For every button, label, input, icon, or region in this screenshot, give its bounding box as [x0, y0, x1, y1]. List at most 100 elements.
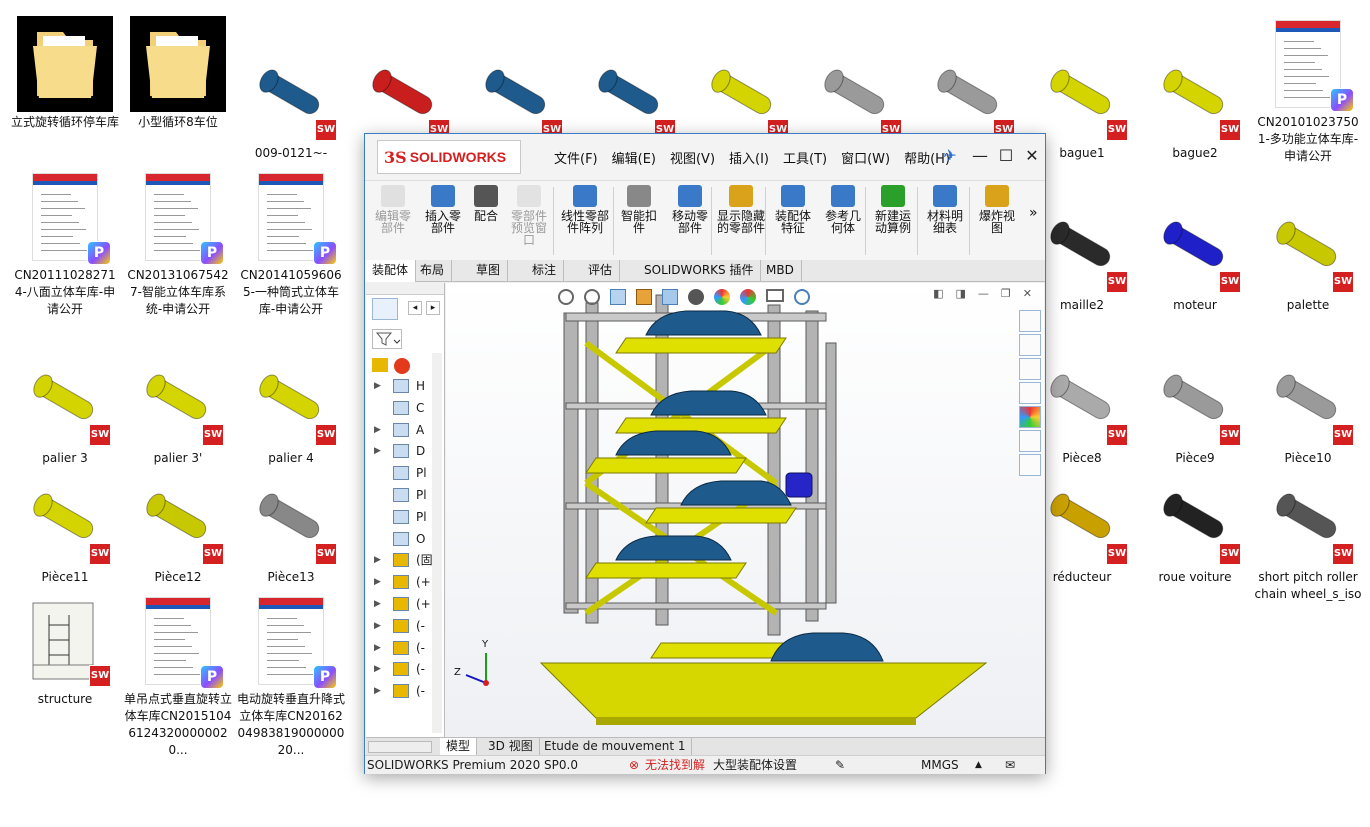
expand-arrow-icon[interactable]: ▶ — [374, 441, 381, 461]
tab-scroll-buttons[interactable] — [368, 741, 432, 753]
status-error[interactable]: 无法找到解 — [645, 756, 705, 774]
doc-minimize-icon[interactable]: — — [978, 287, 989, 300]
tab-1[interactable]: 布局 — [413, 260, 453, 282]
comment-icon[interactable]: ✉ — [1005, 756, 1015, 774]
tree-node[interactable]: Pl — [366, 507, 444, 527]
tree-node[interactable]: ▶ (+ — [366, 572, 444, 592]
tree-node[interactable]: ▶ (+ — [366, 594, 444, 614]
tree-node[interactable]: ▶ (- — [366, 681, 444, 701]
menu-insert[interactable]: 插入(I) — [722, 148, 776, 167]
section-view-icon[interactable] — [636, 289, 652, 305]
desktop-file-sldprt[interactable]: SW Pièce11 — [11, 471, 119, 586]
pin-icon[interactable]: ✈ — [939, 146, 961, 165]
ribbon-button-2[interactable]: 配合 — [471, 185, 501, 222]
desktop-file-folder[interactable]: 立式旋转循环停车库 — [11, 16, 119, 131]
tree-node[interactable]: ▶ D — [366, 441, 444, 461]
expand-arrow-icon[interactable]: ▶ — [374, 550, 381, 570]
tree-node[interactable]: Pl — [366, 463, 444, 483]
tree-node[interactable]: ▶ (- — [366, 616, 444, 636]
ribbon-button-0[interactable]: 编辑零部件 — [371, 185, 415, 234]
desktop-file-sldprt[interactable]: SW Pièce12 — [124, 471, 232, 586]
doc-restore-icon[interactable]: ❐ — [1001, 287, 1011, 300]
tree-node[interactable]: Pl — [366, 485, 444, 505]
feature-tree-tab-icon[interactable] — [372, 298, 398, 320]
desktop-file-sldasm[interactable]: SW 009-0121~- — [237, 47, 345, 162]
desktop-file-pdf[interactable]: P CN201310675427-智能立体车库系统-申请公开 — [124, 169, 232, 318]
ribbon-button-8[interactable]: 装配体特征 — [771, 185, 815, 234]
desktop-file-pdf[interactable]: P CN201010237501-多功能立体车库-申请公开 — [1254, 16, 1362, 165]
tab-3[interactable]: 标注 — [525, 260, 565, 282]
desktop-file-folder[interactable]: 小型循环8车位 — [124, 16, 232, 131]
desktop-file-pdf[interactable]: P CN201110282714-八面立体车库-申请公开 — [11, 169, 119, 318]
desktop-file-sldprt[interactable]: SW Pièce10 — [1254, 352, 1362, 467]
tree-node[interactable]: O — [366, 529, 444, 549]
view-orientation-icon[interactable] — [662, 289, 678, 305]
tab-4[interactable]: 评估 — [581, 260, 621, 282]
appearance-icon[interactable] — [714, 289, 730, 305]
scene-icon[interactable] — [740, 289, 756, 305]
expand-arrow-icon[interactable]: ▶ — [374, 659, 381, 679]
parking-tower-model[interactable]: Y Z — [446, 283, 1044, 737]
desktop-file-sldprt[interactable]: SW palette — [1254, 199, 1362, 314]
tab-5[interactable]: SOLIDWORKS 插件 — [637, 260, 762, 282]
tab-2[interactable]: 草图 — [469, 260, 509, 282]
tab-scroll-right-icon[interactable]: ▸ — [426, 301, 440, 315]
expand-arrow-icon[interactable]: ▶ — [374, 572, 381, 592]
desktop-file-pdf[interactable]: P CN201410596065-一种筒式立体车库-申请公开 — [237, 169, 345, 318]
ribbon-button-11[interactable]: 材料明细表 — [923, 185, 967, 234]
zoom-area-icon[interactable] — [584, 289, 600, 305]
model-tab-0[interactable]: 模型 — [440, 738, 478, 756]
ribbon-button-1[interactable]: 插入零部件 — [421, 185, 465, 234]
doc-prev-icon[interactable]: ◧ — [933, 287, 943, 300]
expand-arrow-icon[interactable]: ▶ — [374, 420, 381, 440]
ribbon-button-6[interactable]: 移动零部件 — [667, 185, 713, 234]
ribbon-button-3[interactable]: 零部件预览窗口 — [507, 185, 551, 246]
tree-node[interactable]: ▶ H — [366, 376, 444, 396]
desktop-file-sldprt[interactable]: SW palier 4 — [237, 352, 345, 467]
solidworks-logo[interactable]: 3S SOLIDWORKS — [377, 140, 521, 174]
maximize-button[interactable]: ☐ — [995, 146, 1017, 165]
tree-node[interactable]: ▶ (- — [366, 659, 444, 679]
fm-splitter[interactable] — [366, 283, 444, 295]
ribbon-more-button[interactable]: » — [1029, 206, 1038, 220]
units-dropdown-icon[interactable]: ▲ — [975, 756, 982, 774]
view-settings-icon[interactable] — [766, 289, 784, 302]
desktop-file-sldprt[interactable]: SW bague2 — [1141, 47, 1249, 162]
menu-view[interactable]: 视图(V) — [663, 148, 722, 167]
tab-scroll-left-icon[interactable]: ◂ — [408, 301, 422, 315]
desktop-file-pdf[interactable]: P 电动旋转垂直升降式立体车库CN201620498381900000020... — [237, 593, 345, 759]
doc-close-icon[interactable]: ✕ — [1023, 287, 1032, 300]
ribbon-button-10[interactable]: 新建运动算例 — [871, 185, 915, 234]
design-library-icon[interactable] — [1019, 334, 1041, 356]
ribbon-button-5[interactable]: 智能扣件 — [619, 185, 659, 234]
desktop-file-sldprt[interactable]: SW moteur — [1141, 199, 1249, 314]
graphics-area[interactable]: Y Z ◧ ◨ — ❐ ✕ — [446, 283, 1044, 737]
model-tab-2[interactable]: Etude de mouvement 1 — [538, 738, 693, 756]
quick-tips-icon[interactable]: ✎ — [835, 756, 845, 774]
tree-node[interactable]: C — [366, 398, 444, 418]
expand-arrow-icon[interactable]: ▶ — [374, 681, 381, 701]
menu-tools[interactable]: 工具(T) — [776, 148, 834, 167]
home-icon[interactable] — [1019, 310, 1041, 332]
status-units[interactable]: MMGS — [921, 756, 959, 774]
ribbon-button-7[interactable]: 显示隐藏的零部件 — [717, 185, 765, 234]
desktop-file-slddrw[interactable]: SW structure — [11, 593, 119, 708]
tab-6[interactable]: MBD — [759, 260, 802, 282]
tree-node[interactable]: ▶ A — [366, 420, 444, 440]
custom-properties-icon[interactable] — [1019, 430, 1041, 452]
tree-node[interactable]: ▶ (固 — [366, 550, 444, 570]
desktop-file-sldprt[interactable]: SW palier 3' — [124, 352, 232, 467]
file-explorer-icon[interactable] — [1019, 358, 1041, 380]
zoom-to-fit-icon[interactable] — [558, 289, 574, 305]
model-tab-1[interactable]: 3D 视图 — [482, 738, 540, 756]
desktop-file-sldprt[interactable]: SW roue voiture — [1141, 471, 1249, 586]
status-mode[interactable]: 大型装配体设置 — [713, 756, 797, 774]
solidworks-window[interactable]: 3S SOLIDWORKS 文件(F) 编辑(E) 视图(V) 插入(I) 工具… — [364, 133, 1046, 774]
tab-0[interactable]: 装配体 — [365, 260, 417, 282]
expand-arrow-icon[interactable]: ▶ — [374, 638, 381, 658]
expand-arrow-icon[interactable]: ▶ — [374, 616, 381, 636]
desktop-file-pdf[interactable]: P 单吊点式垂直旋转立体车库CN201510461243200000020... — [124, 593, 232, 759]
tree-node[interactable]: ▶ (- — [366, 638, 444, 658]
ribbon-button-4[interactable]: 线性零部件阵列 — [557, 185, 613, 234]
filter-icon[interactable] — [372, 329, 402, 349]
